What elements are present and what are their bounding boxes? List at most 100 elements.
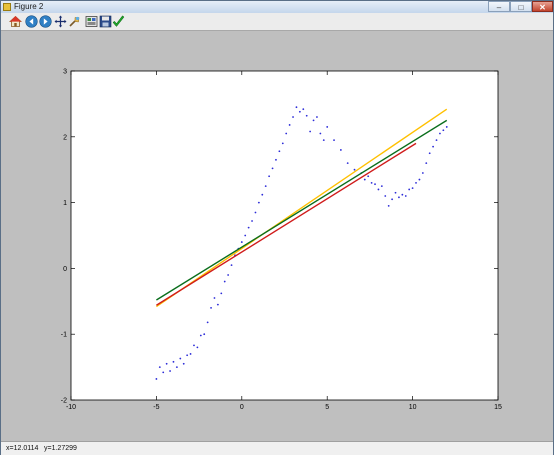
data-point (380, 185, 383, 188)
data-point (247, 226, 250, 229)
zoom-icon[interactable] (68, 15, 81, 28)
data-point (363, 178, 366, 181)
data-point (230, 264, 233, 267)
data-point (435, 139, 438, 141)
data-point (391, 198, 394, 201)
data-point (278, 150, 281, 153)
data-point (179, 357, 182, 360)
home-icon[interactable] (9, 15, 22, 28)
data-point (408, 188, 411, 191)
data-point (428, 152, 431, 155)
data-point (421, 172, 424, 174)
x-tick-label: 5 (325, 404, 329, 411)
data-point (244, 234, 247, 237)
data-point (264, 185, 267, 188)
data-point (169, 370, 171, 372)
data-point (377, 188, 380, 191)
back-icon[interactable] (25, 15, 38, 28)
data-point (275, 158, 277, 161)
data-point (425, 162, 428, 165)
x-tick-label: -10 (66, 404, 76, 411)
data-point (223, 280, 226, 283)
data-point (445, 126, 448, 128)
title-bar[interactable]: Figure 2 – □ ✕ (1, 1, 553, 13)
data-point (206, 321, 209, 324)
figure-window: Figure 2 – □ ✕ -10 -5 0 5 10 15 -2 -1 0 … (0, 0, 554, 455)
data-point (186, 354, 189, 357)
axes-background (70, 70, 499, 401)
y-tick-label: 3 (63, 69, 67, 76)
data-point (295, 106, 298, 109)
data-point (203, 333, 206, 336)
y-tick-label: 1 (63, 200, 67, 207)
data-point (261, 193, 264, 196)
save-icon[interactable] (99, 15, 112, 28)
close-button[interactable]: ✕ (532, 1, 553, 12)
pan-icon[interactable] (54, 15, 67, 28)
data-point (418, 178, 421, 181)
data-point (281, 142, 284, 145)
data-point (189, 353, 192, 355)
window-title: Figure 2 (14, 2, 44, 11)
configure-subplots-icon[interactable] (85, 15, 98, 28)
data-point (165, 362, 168, 365)
data-point (227, 274, 230, 276)
edit-axis-icon[interactable] (112, 15, 125, 28)
data-point (401, 193, 404, 196)
cursor-y-readout: y=1.27299 (44, 445, 77, 452)
data-point (305, 114, 308, 117)
cursor-x-readout: x=12.0114 (6, 445, 39, 452)
data-point (210, 306, 212, 309)
data-point (326, 126, 329, 128)
data-point (398, 196, 400, 199)
data-point (251, 220, 253, 222)
maximize-button[interactable]: □ (510, 1, 532, 12)
plot-svg[interactable]: -10 -5 0 5 10 15-2-10123 (1, 31, 553, 441)
navigation-toolbar (1, 13, 553, 31)
minimize-button[interactable]: – (488, 1, 510, 12)
data-point (158, 366, 161, 368)
data-point (339, 149, 342, 151)
data-point (415, 181, 417, 184)
figure-canvas[interactable]: -10 -5 0 5 10 15 -2 -1 0 1 2 3 (1, 31, 553, 441)
y-tick-label: 2 (63, 134, 67, 141)
data-point (353, 168, 356, 171)
y-tick-label: 0 (63, 266, 67, 273)
data-point (384, 195, 387, 197)
x-tick-label: -5 (153, 404, 159, 411)
data-point (442, 129, 445, 132)
data-point (387, 204, 390, 207)
data-point (271, 167, 274, 170)
x-tick-label: 10 (409, 404, 417, 411)
data-point (285, 132, 288, 135)
x-tick-label: 0 (240, 404, 244, 411)
x-tick-label: 15 (494, 404, 502, 411)
data-point (394, 191, 397, 194)
y-tick-label: -1 (61, 332, 67, 339)
data-point (199, 334, 202, 337)
data-point (196, 346, 199, 349)
data-point (213, 297, 216, 299)
data-point (257, 201, 260, 204)
data-point (182, 362, 185, 365)
data-point (322, 139, 325, 141)
data-point (216, 303, 219, 306)
status-bar: x=12.0114 y=1.27299 (1, 441, 553, 455)
data-point (439, 132, 441, 135)
data-point (346, 162, 349, 165)
data-point (319, 132, 322, 135)
data-point (404, 195, 407, 197)
app-icon (3, 3, 11, 11)
data-point (367, 175, 370, 178)
data-point (370, 181, 373, 184)
data-point (312, 119, 315, 122)
forward-icon[interactable] (39, 15, 52, 28)
data-point (333, 139, 335, 141)
y-tick-label: -2 (61, 398, 67, 405)
data-point (240, 241, 243, 243)
data-point (162, 371, 165, 374)
data-point (155, 378, 158, 380)
data-point (193, 344, 195, 347)
data-point (268, 175, 271, 178)
data-point (302, 108, 305, 111)
